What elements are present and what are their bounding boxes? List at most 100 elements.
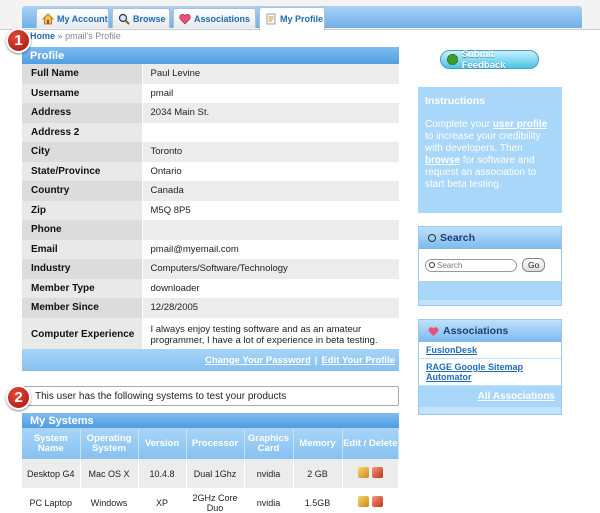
column-header: System Name: [22, 428, 81, 459]
heart-icon: [179, 13, 191, 24]
association-link-rage-sitemap[interactable]: RAGE Google Sitemap Automator: [419, 359, 561, 386]
profile-row: Country Canada: [22, 181, 399, 201]
cell-system-name: PC Laptop: [22, 488, 81, 513]
cell-actions: [342, 488, 399, 513]
profile-value: [142, 122, 399, 142]
tab-label: My Profile: [280, 14, 324, 24]
all-associations-row: All Associations: [419, 386, 561, 407]
breadcrumb: Home » pmail's Profile: [30, 31, 121, 41]
profile-value: I always enjoy testing software and as a…: [142, 317, 399, 352]
cell-processor: 2GHz Core Duo: [186, 488, 245, 513]
change-password-link[interactable]: Change Your Password: [205, 355, 311, 366]
profile-value: Canada: [142, 181, 399, 201]
cell-actions: [342, 459, 399, 488]
house-icon: [42, 12, 54, 24]
edit-icon[interactable]: [357, 496, 369, 507]
systems-header: My Systems: [22, 413, 399, 428]
profile-value: pmail: [142, 83, 399, 103]
callout-badge-2: 2: [6, 385, 31, 410]
profile-row: Computer Experience I always enjoy testin…: [22, 317, 399, 352]
column-header: Edit / Delete: [342, 428, 399, 459]
all-associations-link[interactable]: All Associations: [478, 391, 555, 402]
column-header: Graphics Card: [244, 428, 294, 459]
column-header: Version: [138, 428, 187, 459]
tab-associations[interactable]: Associations: [173, 8, 256, 28]
cell-graphics: nvidia: [244, 488, 294, 513]
profile-label: Username: [22, 83, 143, 103]
profile-value: 2034 Main St.: [142, 103, 399, 123]
cell-processor: Dual 1Ghz: [186, 459, 245, 488]
profile-label: Member Since: [22, 298, 143, 318]
profile-value: Ontario: [142, 161, 399, 181]
table-row: PC Laptop Windows XP 2GHz Core Duo nvidi…: [22, 488, 399, 513]
search-placeholder: Search: [437, 260, 463, 270]
table-row: Desktop G4 Mac OS X 10.4.8 Dual 1Ghz nvi…: [22, 459, 399, 488]
profile-value: M5Q 8P5: [142, 200, 399, 220]
instructions-text-part: to increase your credibility with develo…: [425, 131, 541, 154]
search-row: Search Go: [419, 249, 561, 281]
cell-system-name: Desktop G4: [22, 459, 81, 488]
instructions-text-part: Complete your: [425, 119, 493, 130]
breadcrumb-home-link[interactable]: Home: [30, 31, 55, 41]
profile-value: Computers/Software/Technology: [142, 259, 399, 279]
systems-table: System Name Operating System Version Pro…: [22, 428, 399, 513]
profile-row: Phone: [22, 220, 399, 240]
footer-separator: |: [314, 354, 318, 366]
tab-my-profile[interactable]: My Profile: [259, 7, 325, 30]
profile-value: downloader: [142, 278, 399, 298]
heart-icon: [428, 326, 439, 336]
systems-intro: This user has the following systems to t…: [22, 386, 399, 406]
profile-label: Zip: [22, 200, 143, 220]
profile-label: Phone: [22, 220, 143, 240]
profile-row: Industry Computers/Software/Technology: [22, 259, 399, 279]
breadcrumb-separator: »: [57, 31, 63, 41]
profile-title: Profile: [30, 49, 65, 62]
magnifier-icon: [118, 13, 130, 25]
user-profile-link[interactable]: user profile: [493, 119, 547, 130]
profile-row: Email pmail@myemail.com: [22, 239, 399, 259]
association-link-fusiondesk[interactable]: FusionDesk: [419, 342, 561, 359]
instructions-text: Complete your user profile to increase y…: [425, 119, 555, 191]
profile-icon: [266, 13, 276, 25]
go-button[interactable]: Go: [522, 258, 546, 272]
search-input[interactable]: Search: [425, 258, 517, 272]
profile-value: Toronto: [142, 142, 399, 162]
systems-intro-text: This user has the following systems to t…: [35, 390, 287, 402]
cell-graphics: nvidia: [244, 459, 294, 488]
search-panel: Search Search Go: [418, 226, 562, 306]
profile-label: Address 2: [22, 122, 143, 142]
profile-table: Full Name Paul Levine Username pmail Addre…: [22, 64, 399, 352]
submit-feedback-button[interactable]: Submit Feedback: [440, 48, 539, 71]
profile-label: Member Type: [22, 278, 143, 298]
bug-icon: [447, 54, 458, 65]
search-icon: [428, 234, 436, 242]
associations-panel: Associations FusionDesk RAGE Google Site…: [418, 319, 562, 415]
profile-row: Address 2034 Main St.: [22, 103, 399, 123]
profile-value: 12/28/2005: [142, 298, 399, 318]
cell-version: XP: [138, 488, 187, 513]
profile-row: City Toronto: [22, 142, 399, 162]
delete-icon[interactable]: [371, 496, 383, 507]
profile-row: Member Type downloader: [22, 278, 399, 298]
column-header: Processor: [186, 428, 245, 459]
column-header: Memory: [293, 428, 343, 459]
profile-label: Full Name: [22, 64, 143, 84]
tab-browse[interactable]: Browse: [112, 8, 170, 28]
profile-label: Email: [22, 239, 143, 259]
profile-row: Address 2: [22, 122, 399, 142]
delete-icon[interactable]: [371, 467, 383, 478]
submit-feedback-label: Submit Feedback: [461, 48, 506, 71]
profile-label: Country: [22, 181, 143, 201]
edit-icon[interactable]: [357, 467, 369, 478]
profile-value: Paul Levine: [142, 64, 399, 84]
tab-my-account[interactable]: My Account: [36, 8, 109, 28]
profile-row: State/Province Ontario: [22, 161, 399, 181]
edit-profile-link[interactable]: Edit Your Profile: [321, 355, 395, 366]
profile-value: pmail@myemail.com: [142, 239, 399, 259]
search-field-icon: [429, 262, 435, 268]
cell-memory: 2 GB: [293, 459, 343, 488]
profile-value: [142, 220, 399, 240]
profile-label: Computer Experience: [22, 317, 143, 352]
search-panel-header: Search: [419, 227, 561, 249]
browse-link[interactable]: browse: [425, 155, 460, 166]
